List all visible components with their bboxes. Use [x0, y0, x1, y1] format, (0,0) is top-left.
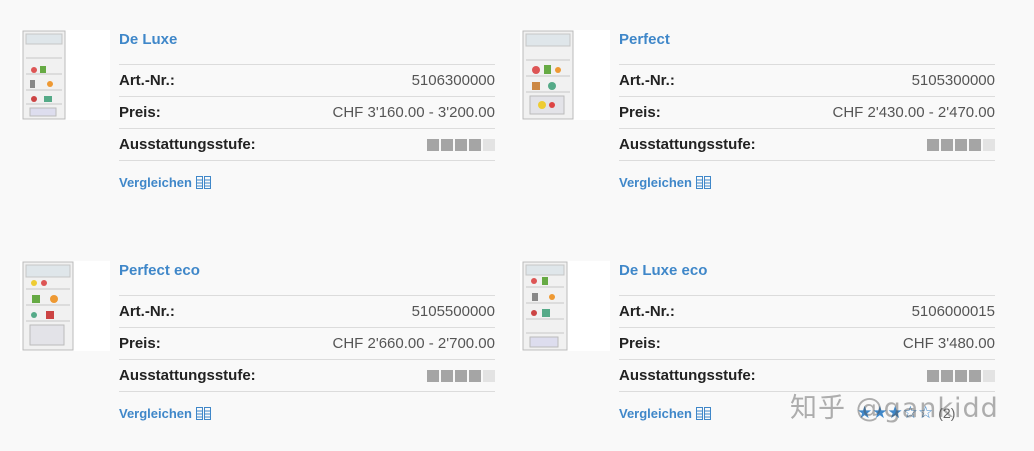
product-title[interactable]: Perfect [619, 30, 995, 50]
article-number-label: Art.-Nr.: [619, 303, 675, 320]
level-square [941, 369, 953, 382]
article-number-row: Art.-Nr.: 5106300000 [119, 65, 495, 97]
article-number-row: Art.-Nr.: 5105300000 [619, 65, 995, 97]
article-number-row: Art.-Nr.: 5106000015 [619, 296, 995, 328]
equipment-level-indicator [927, 369, 995, 382]
watermark: 知乎 @gankidd [790, 393, 999, 424]
price-row: Preis: CHF 3'160.00 - 3'200.00 [119, 97, 495, 129]
level-square [941, 138, 953, 151]
level-square [483, 138, 495, 151]
equipment-level-indicator [927, 138, 995, 151]
fridge-image [22, 30, 66, 120]
level-square [441, 369, 453, 382]
level-square [969, 369, 981, 382]
level-square [983, 369, 995, 382]
article-number-value: 5105300000 [911, 72, 995, 89]
equipment-level-label: Ausstattungsstufe: [619, 367, 756, 384]
product-title[interactable]: De Luxe eco [619, 261, 995, 281]
price-label: Preis: [119, 335, 161, 352]
equipment-level-row: Ausstattungsstufe: [119, 360, 495, 392]
level-square [455, 138, 467, 151]
compare-icon [195, 176, 211, 189]
product-card: Perfect Art.-Nr.: 5105300000 Preis: CHF … [520, 30, 1000, 230]
compare-link[interactable]: Vergleichen [119, 175, 495, 190]
article-number-label: Art.-Nr.: [619, 72, 675, 89]
price-row: Preis: CHF 2'660.00 - 2'700.00 [119, 328, 495, 360]
article-number-value: 5105500000 [411, 303, 495, 320]
equipment-level-indicator [427, 138, 495, 151]
compare-label: Vergleichen [119, 175, 192, 190]
compare-link[interactable]: Vergleichen [119, 406, 495, 421]
level-square [955, 138, 967, 151]
article-number-label: Art.-Nr.: [119, 303, 175, 320]
level-square [427, 369, 439, 382]
level-square [427, 138, 439, 151]
price-value: CHF 3'480.00 [902, 335, 995, 352]
compare-label: Vergleichen [619, 175, 692, 190]
price-label: Preis: [619, 104, 661, 121]
equipment-level-label: Ausstattungsstufe: [119, 367, 256, 384]
level-square [927, 138, 939, 151]
product-image[interactable] [20, 261, 110, 351]
compare-label: Vergleichen [119, 406, 192, 421]
product-image[interactable] [20, 30, 110, 120]
compare-icon [195, 407, 211, 420]
product-card: De Luxe Art.-Nr.: 5106300000 Preis: CHF … [20, 30, 500, 230]
fridge-image [522, 30, 574, 120]
price-label: Preis: [619, 335, 661, 352]
price-value: CHF 3'160.00 - 3'200.00 [332, 104, 496, 121]
compare-link[interactable]: Vergleichen [619, 175, 995, 190]
product-title[interactable]: Perfect eco [119, 261, 495, 281]
level-square [469, 138, 481, 151]
equipment-level-label: Ausstattungsstufe: [119, 136, 256, 153]
fridge-image [522, 261, 568, 351]
compare-icon [695, 176, 711, 189]
article-number-label: Art.-Nr.: [119, 72, 175, 89]
equipment-level-row: Ausstattungsstufe: [119, 129, 495, 161]
fridge-image [22, 261, 74, 351]
level-square [969, 138, 981, 151]
compare-icon [695, 407, 711, 420]
price-value: CHF 2'660.00 - 2'700.00 [332, 335, 496, 352]
product-title[interactable]: De Luxe [119, 30, 495, 50]
article-number-value: 5106000015 [911, 303, 995, 320]
article-number-value: 5106300000 [411, 72, 495, 89]
price-value: CHF 2'430.00 - 2'470.00 [832, 104, 996, 121]
equipment-level-row: Ausstattungsstufe: [619, 129, 995, 161]
level-square [469, 369, 481, 382]
article-number-row: Art.-Nr.: 5105500000 [119, 296, 495, 328]
level-square [955, 369, 967, 382]
product-image[interactable] [520, 30, 610, 120]
product-image[interactable] [520, 261, 610, 351]
equipment-level-label: Ausstattungsstufe: [619, 136, 756, 153]
level-square [441, 138, 453, 151]
equipment-level-indicator [427, 369, 495, 382]
price-label: Preis: [119, 104, 161, 121]
compare-label: Vergleichen [619, 406, 692, 421]
price-row: Preis: CHF 2'430.00 - 2'470.00 [619, 97, 995, 129]
price-row: Preis: CHF 3'480.00 [619, 328, 995, 360]
level-square [483, 369, 495, 382]
level-square [983, 138, 995, 151]
product-card: Perfect eco Art.-Nr.: 5105500000 Preis: … [20, 261, 500, 451]
level-square [455, 369, 467, 382]
level-square [927, 369, 939, 382]
